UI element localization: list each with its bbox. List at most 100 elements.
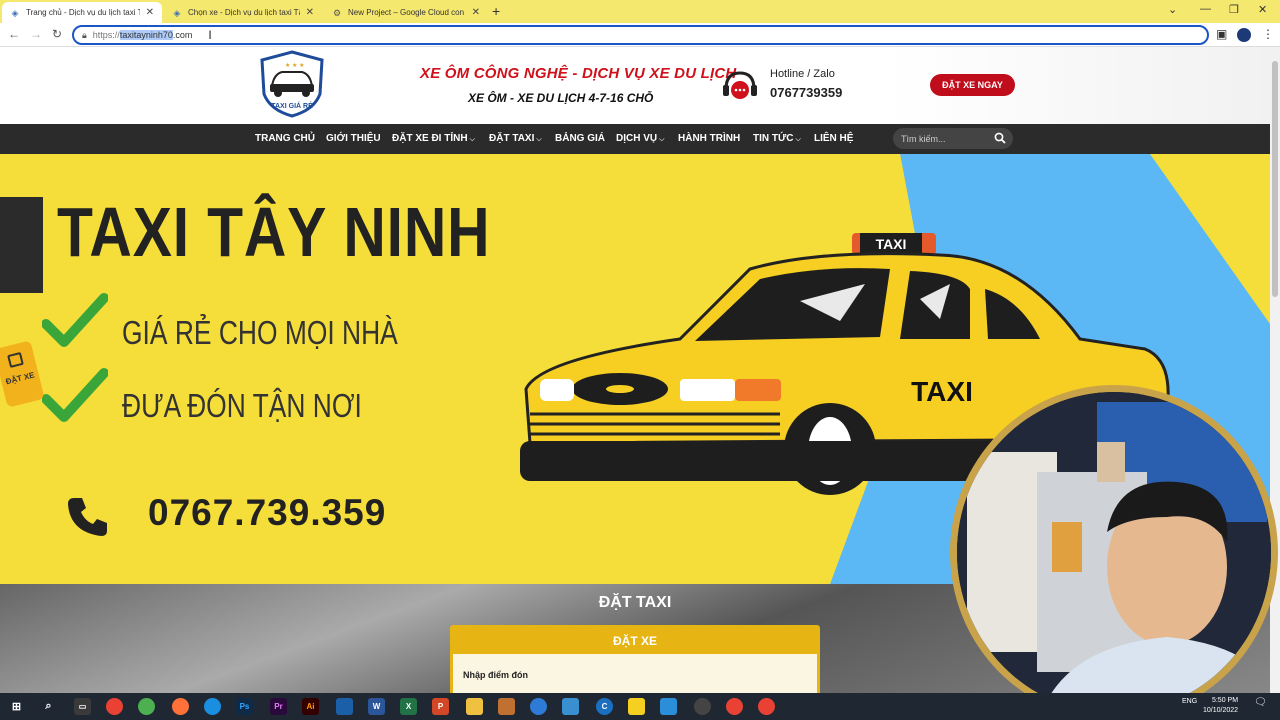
hero-title: TAXI TÂY NINH [57, 193, 491, 271]
calendar-icon [7, 351, 24, 368]
nav-item-services[interactable]: DỊCH VỤ ⌵ [616, 133, 664, 144]
headset-support-icon [723, 71, 757, 99]
chevron-down-icon: ⌵ [469, 136, 475, 143]
restore-icon[interactable]: ❐ [1229, 3, 1239, 16]
nav-label: DỊCH VỤ [616, 133, 658, 144]
text-cursor-icon: I [208, 28, 212, 42]
close-icon[interactable]: ✕ [306, 7, 314, 18]
search-input[interactable] [901, 131, 991, 146]
hero-point-cheap: GIÁ RẺ CHO MỌI NHÀ [122, 314, 398, 351]
illustrator-icon[interactable]: Ai [302, 698, 319, 715]
notification-icon[interactable]: 🗨︎ [1254, 697, 1267, 708]
app-icon[interactable] [336, 698, 353, 715]
nav-item-province-booking[interactable]: ĐẶT XE ĐI TỈNH ⌵ [392, 133, 475, 144]
back-arrow-icon[interactable]: ← [8, 27, 20, 41]
browser-tab-home[interactable]: ◈ Trang chủ - Dịch vụ du lịch taxi Tây ✕ [2, 2, 162, 23]
booking-card-title: ĐẶT XE [453, 628, 817, 654]
booking-form-card: ĐẶT XE Nhập điểm đón [450, 625, 820, 693]
clock-time: 5:50 PM [1211, 697, 1239, 704]
profile-avatar[interactable] [1237, 28, 1251, 42]
search-icon[interactable] [994, 132, 1006, 144]
reload-icon[interactable]: ↻ [52, 27, 62, 41]
app-icon[interactable] [694, 698, 711, 715]
firefox-icon[interactable] [172, 698, 189, 715]
phone-icon [68, 498, 107, 536]
close-icon[interactable]: ✕ [146, 7, 154, 18]
window-close-icon[interactable]: ✕ [1258, 3, 1267, 16]
file-explorer-icon[interactable] [466, 698, 483, 715]
app-icon[interactable] [530, 698, 547, 715]
app-icon[interactable] [562, 698, 579, 715]
nav-label: ĐẶT TAXI [489, 133, 535, 144]
checkmark-icon [42, 293, 108, 347]
lock-icon: 🔒︎ [82, 29, 87, 40]
nav-item-contact[interactable]: LIÊN HỆ [814, 133, 853, 144]
site-favicon-icon: ◈ [11, 7, 19, 18]
chrome-icon[interactable] [726, 698, 743, 715]
close-icon[interactable]: ✕ [472, 7, 480, 18]
app-icon[interactable] [498, 698, 515, 715]
address-bar[interactable]: 🔒︎ https:// taxitayninh70 .com I [72, 25, 1209, 45]
site-logo[interactable]: ★ ★ ★ TAXI GIÁ RẺ [258, 50, 326, 118]
photoshop-icon[interactable]: Ps [236, 698, 253, 715]
search-icon[interactable]: ⌕ [40, 698, 57, 715]
chevron-down-icon: ⌵ [659, 136, 665, 143]
app-icon[interactable] [660, 698, 677, 715]
sticky-notes-icon[interactable] [628, 698, 645, 715]
taxi-door-text: TAXI [911, 376, 973, 407]
chrome-icon[interactable] [106, 698, 123, 715]
settings-favicon-icon: ⚙ [332, 7, 342, 18]
book-now-button[interactable]: ĐẶT XE NGAY [930, 74, 1015, 96]
hotline-number[interactable]: 0767739359 [770, 85, 842, 100]
task-view-icon[interactable]: ▭ [74, 698, 91, 715]
floating-book-label: ĐẶT XE [4, 370, 36, 387]
chrome-profile-icon[interactable] [138, 698, 155, 715]
floating-book-button[interactable]: ĐẶT XE [0, 340, 45, 408]
language-indicator[interactable]: ENG [1182, 698, 1197, 705]
nav-item-news[interactable]: TIN TỨC ⌵ [753, 133, 801, 144]
hero-phone-number[interactable]: 0767.739.359 [148, 492, 386, 534]
powerpoint-icon[interactable]: P [432, 698, 449, 715]
url-protocol: https:// [92, 30, 120, 40]
browser-tab-choose-car[interactable]: ◈ Chọn xe - Dịch vụ du lịch taxi Tây ✕ [164, 2, 322, 23]
presenter-video-image [957, 392, 1271, 713]
nav-item-book-taxi[interactable]: ĐẶT TAXI ⌵ [489, 133, 542, 144]
site-favicon-icon: ◈ [173, 7, 181, 18]
site-search [893, 128, 1013, 149]
menu-kebab-icon[interactable]: ⋮ [1262, 27, 1274, 41]
side-panel-icon[interactable]: ▣ [1216, 27, 1227, 41]
windows-start-icon[interactable]: ⊞ [8, 698, 25, 715]
chevron-down-icon: ⌵ [536, 136, 542, 143]
forward-arrow-icon[interactable]: → [30, 27, 42, 41]
taxi-roof-sign: TAXI [876, 236, 907, 252]
nav-label: LIÊN HỆ [814, 133, 854, 144]
nav-label: TIN TỨC [753, 133, 794, 144]
scrollbar-thumb[interactable] [1272, 61, 1278, 297]
nav-item-about[interactable]: GIỚI THIỆU [326, 133, 381, 144]
tab-search-chevron-icon[interactable]: ⌄ [1168, 3, 1177, 16]
excel-icon[interactable]: X [400, 698, 417, 715]
chevron-down-icon: ⌵ [795, 136, 801, 143]
edge-icon[interactable] [204, 698, 221, 715]
url-host-selected: taxitayninh70 [119, 30, 173, 40]
url-tld: .com [172, 30, 193, 40]
nav-label: HÀNH TRÌNH [678, 133, 741, 144]
nav-item-journeys[interactable]: HÀNH TRÌNH [678, 133, 740, 144]
browser-tab-google-cloud[interactable]: ⚙ New Project – Google Cloud con ✕ [324, 2, 488, 23]
checkmark-icon [42, 368, 108, 422]
tab-title: Trang chủ - Dịch vụ du lịch taxi Tây [26, 8, 140, 17]
hero-accent-bar [0, 197, 43, 293]
premiere-icon[interactable]: Pr [270, 698, 287, 715]
hero-point-pickup: ĐƯA ĐÓN TẬN NƠI [122, 387, 362, 424]
chrome-icon[interactable] [758, 698, 775, 715]
nav-item-home[interactable]: TRANG CHỦ [255, 133, 315, 144]
app-icon[interactable]: C [596, 698, 613, 715]
system-clock[interactable]: 5:50 PM 10/10/2022 [1203, 696, 1238, 716]
svg-text:★ ★ ★: ★ ★ ★ [285, 62, 304, 69]
hotline-label: Hotline / Zalo [770, 68, 835, 80]
new-tab-button[interactable]: + [492, 3, 500, 19]
word-icon[interactable]: W [368, 698, 385, 715]
nav-item-price-list[interactable]: BẢNG GIÁ [555, 133, 605, 144]
minimize-icon[interactable]: — [1200, 3, 1211, 15]
clock-date: 10/10/2022 [1203, 707, 1239, 714]
